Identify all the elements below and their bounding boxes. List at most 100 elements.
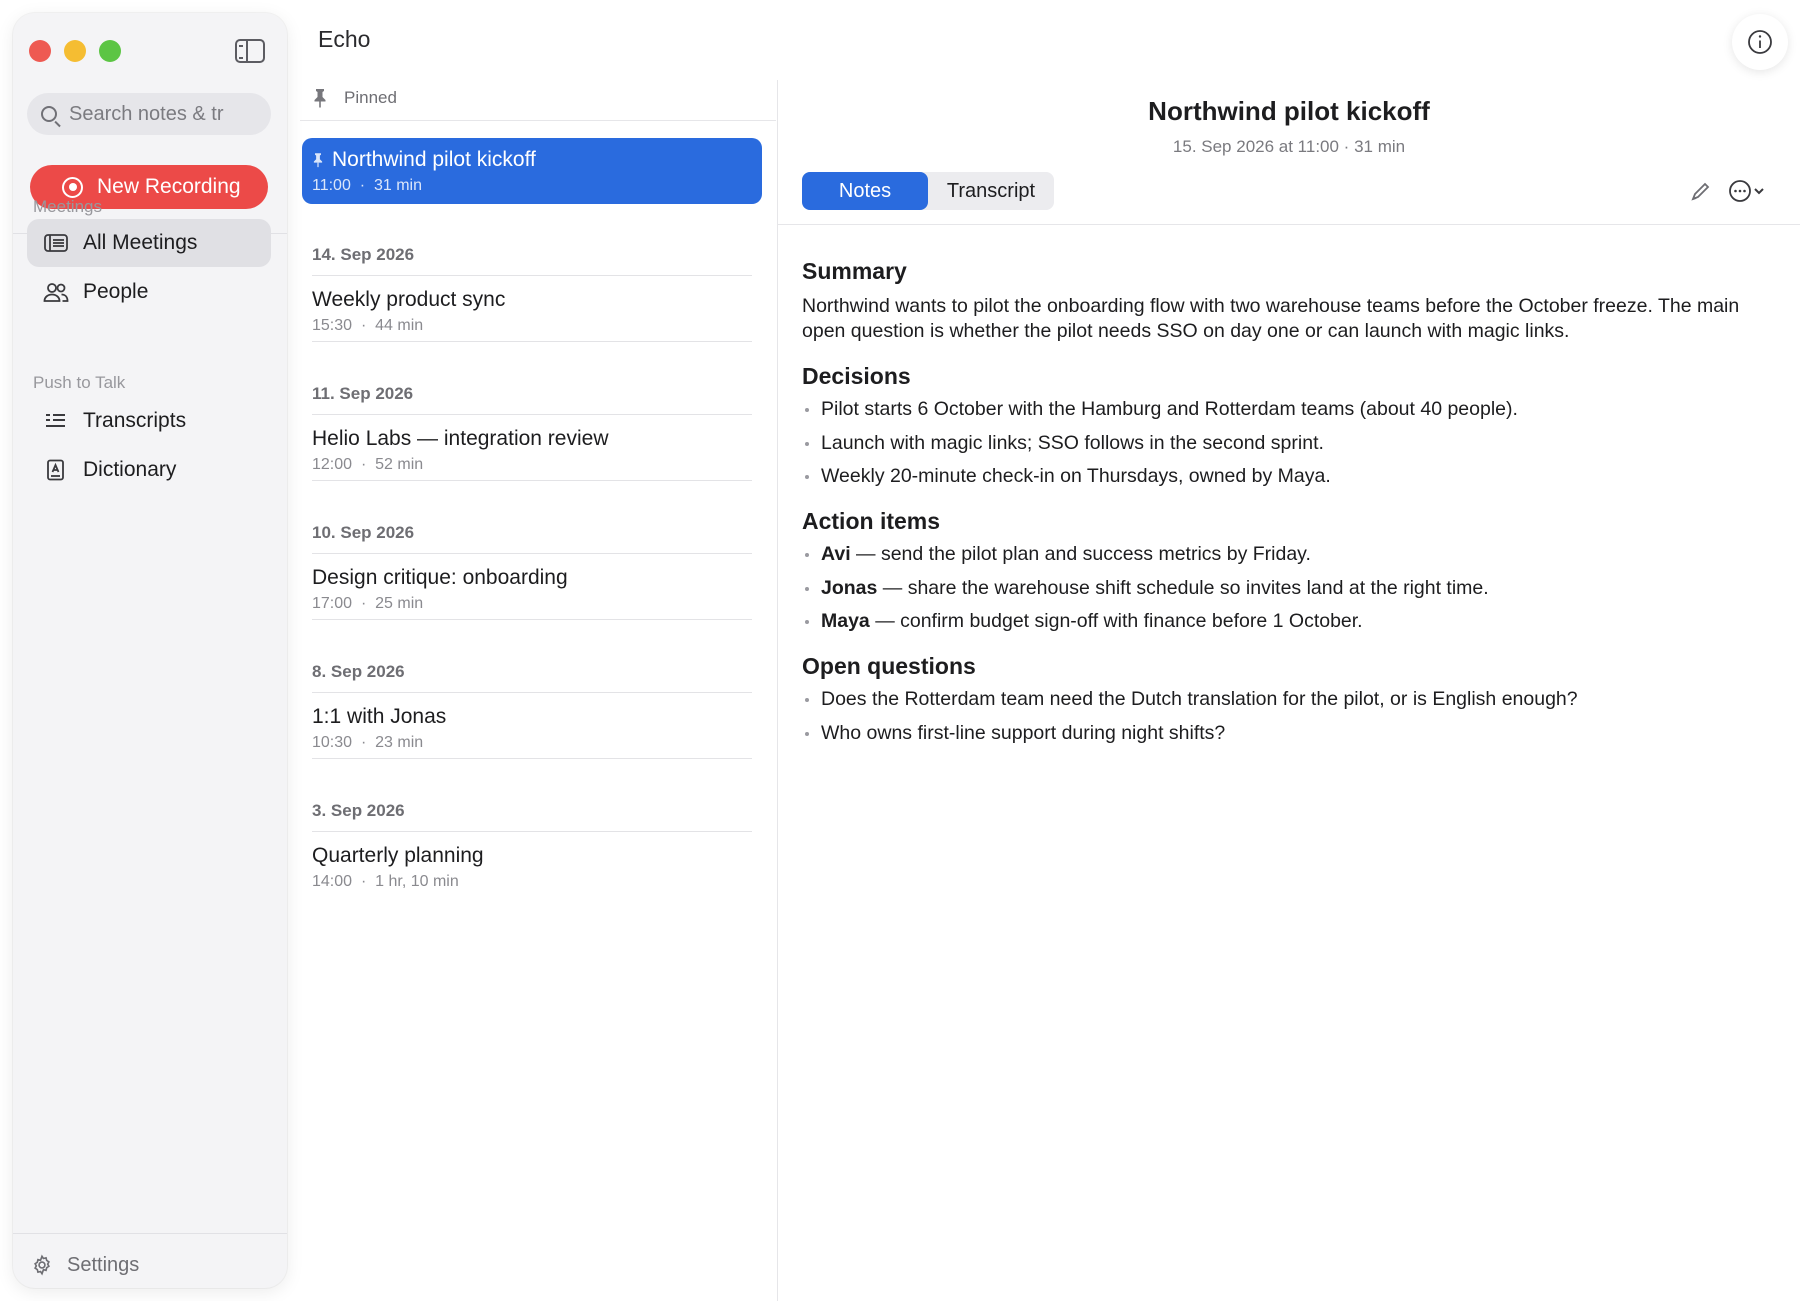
pin-icon	[314, 89, 326, 108]
action-owner: Maya	[821, 610, 870, 633]
close-window-button[interactable]	[29, 40, 51, 62]
transcripts-icon	[43, 410, 69, 432]
action-owner: Avi	[821, 543, 851, 566]
meeting-item[interactable]: Weekly product sync 15:30 · 44 min	[302, 278, 762, 344]
decisions-section: Decisions Pilot starts 6 October with th…	[802, 363, 1772, 489]
sidebar-item-all-meetings[interactable]: All Meetings	[27, 219, 271, 267]
search-field[interactable]	[27, 93, 271, 135]
meeting-title: Helio Labs — integration review	[312, 427, 609, 450]
group-date: 3. Sep 2026	[312, 801, 405, 820]
group-divider	[312, 758, 752, 759]
pane-divider[interactable]	[777, 80, 778, 1301]
notes-content: Summary Northwind wants to pilot the onb…	[802, 258, 1772, 765]
sidebar-toggle-icon[interactable]	[235, 39, 265, 63]
gear-icon	[34, 1254, 50, 1276]
tab-transcript[interactable]: Transcript	[928, 172, 1054, 210]
list-item: Jonas — share the warehouse shift schedu…	[802, 576, 1772, 601]
meeting-title: Design critique: onboarding	[312, 566, 568, 589]
list-item: Does the Rotterdam team need the Dutch t…	[802, 687, 1772, 712]
sidebar-item-label: People	[83, 280, 149, 303]
meeting-title: 1:1 with Jonas	[312, 705, 447, 728]
meeting-meta: 17:00 · 25 min	[312, 595, 424, 612]
detail-title: Northwind pilot kickoff	[1148, 96, 1430, 126]
new-recording-label: New Recording	[97, 175, 241, 198]
meeting-item-selected[interactable]: Northwind pilot kickoff 11:00 · 31 min	[302, 138, 762, 204]
pin-icon	[313, 153, 323, 168]
settings-button[interactable]: Settings	[31, 1250, 139, 1280]
edit-pencil-icon[interactable]	[1690, 180, 1712, 202]
list-item: Avi — send the pilot plan and success me…	[802, 542, 1772, 567]
action-items-section: Action items Avi — send the pilot plan a…	[802, 508, 1772, 634]
group-date: 11. Sep 2026	[312, 384, 414, 403]
group-divider	[312, 619, 752, 620]
sidebar-item-label: Transcripts	[83, 409, 187, 432]
pinned-section-label: Pinned	[312, 88, 397, 108]
sidebar-item-label: All Meetings	[83, 231, 198, 254]
list-divider	[300, 120, 776, 121]
list-item: Maya — confirm budget sign-off with fina…	[802, 609, 1772, 634]
group-divider	[312, 831, 752, 832]
notes-transcript-segmented-control: Notes Transcript	[802, 172, 1054, 210]
sidebar: New Recording Meetings All Meetings	[13, 13, 287, 1288]
section-heading: Decisions	[802, 363, 911, 389]
list-item: Launch with magic links; SSO follows in …	[802, 431, 1772, 456]
app-title: Echo	[318, 26, 371, 52]
meeting-item[interactable]: Design critique: onboarding 17:00 · 25 m…	[302, 556, 762, 622]
minimize-window-button[interactable]	[64, 40, 86, 62]
sidebar-item-transcripts[interactable]: Transcripts	[27, 397, 271, 445]
sidebar-item-people[interactable]: People	[27, 268, 271, 316]
group-divider	[312, 553, 752, 554]
sidebar-divider	[13, 1233, 287, 1234]
section-heading: Summary	[802, 258, 907, 284]
meeting-meta: 12:00 · 52 min	[312, 456, 424, 473]
sidebar-item-dictionary[interactable]: Dictionary	[27, 446, 271, 494]
info-icon	[1748, 30, 1772, 54]
sidebar-item-label: Dictionary	[83, 458, 177, 481]
meeting-meta: 14:00 · 1 hr, 10 min	[312, 873, 459, 890]
list-item: Who owns first-line support during night…	[802, 721, 1772, 746]
people-icon	[43, 281, 69, 303]
info-button[interactable]	[1732, 14, 1788, 70]
meeting-title: Weekly product sync	[312, 288, 506, 311]
group-divider	[312, 341, 752, 342]
summary-text: Northwind wants to pilot the onboarding …	[802, 295, 1740, 342]
detail-meta: 15. Sep 2026 at 11:00 · 31 min	[1172, 137, 1406, 156]
meeting-meta: 11:00 · 31 min	[312, 177, 422, 194]
summary-section: Summary Northwind wants to pilot the onb…	[802, 258, 1772, 344]
list-icon	[43, 232, 69, 254]
group-date: 8. Sep 2026	[312, 662, 405, 681]
group-divider	[312, 480, 752, 481]
meeting-title: Northwind pilot kickoff	[332, 148, 536, 171]
group-date: 10. Sep 2026	[312, 523, 415, 542]
meeting-item[interactable]: Quarterly planning 14:00 · 1 hr, 10 min	[302, 834, 762, 900]
section-label-push-to-talk: Push to Talk	[33, 373, 126, 392]
section-heading: Open questions	[802, 653, 976, 680]
record-icon	[62, 176, 83, 198]
group-date: 14. Sep 2026	[312, 245, 415, 264]
zoom-window-button[interactable]	[99, 40, 121, 62]
list-item: Pilot starts 6 October with the Hamburg …	[802, 397, 1772, 422]
section-label-meetings: Meetings	[33, 197, 102, 216]
group-divider	[312, 275, 752, 276]
meeting-item[interactable]: 1:1 with Jonas 10:30 · 23 min	[302, 695, 762, 761]
meeting-meta: 15:30 · 44 min	[312, 317, 424, 334]
group-divider	[312, 414, 752, 415]
search-input[interactable]	[69, 102, 239, 126]
app-window: New Recording Meetings All Meetings	[0, 0, 1800, 1301]
ellipsis-circle-icon	[1729, 180, 1764, 202]
more-options-button[interactable]	[1728, 178, 1768, 204]
group-divider	[312, 692, 752, 693]
section-heading: Action items	[802, 508, 941, 535]
action-owner: Jonas	[821, 576, 878, 599]
search-icon	[41, 106, 57, 122]
open-questions-section: Open questions Does the Rotterdam team n…	[802, 653, 1772, 746]
detail-divider	[778, 224, 1800, 225]
pinned-label-text: Pinned	[344, 88, 397, 107]
meeting-meta: 10:30 · 23 min	[312, 734, 424, 751]
dictionary-icon	[43, 459, 69, 481]
meeting-title: Quarterly planning	[312, 844, 484, 867]
tab-notes[interactable]: Notes	[802, 172, 928, 210]
meeting-item[interactable]: Helio Labs — integration review 12:00 · …	[302, 417, 762, 483]
list-item: Weekly 20-minute check-in on Thursdays, …	[802, 464, 1772, 489]
meeting-list: Pinned Northwind pilot kickoff 11:00 · 3…	[300, 80, 776, 1301]
